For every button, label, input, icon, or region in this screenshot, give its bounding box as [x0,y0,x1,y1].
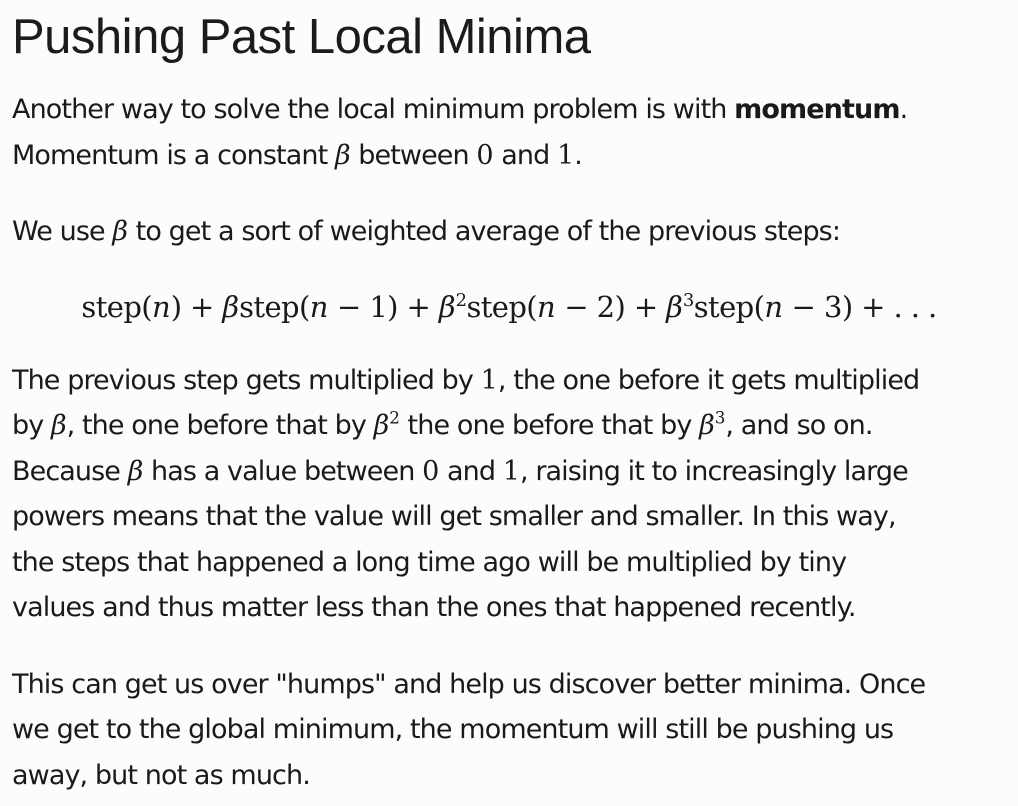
text: , the one before that by [66,410,374,441]
math-beta: β [373,410,390,441]
text: The previous step gets multiplied by [12,364,481,396]
text: the steps that happened a long time ago … [12,546,847,578]
eq-minus: − [783,289,824,324]
text: This can get us over "humps" and help us… [12,668,926,700]
text: , and so on. [725,410,873,441]
eq-one: 1 [369,289,388,324]
text: Momentum is a constant [12,139,335,171]
text: has a value between [143,455,423,487]
eq-plus: + [181,289,223,324]
math-beta: β [51,410,67,441]
eq-ellipsis: + . . . [852,289,937,324]
paragraph-explanation: The previous step gets multiplied by 1, … [12,358,1006,631]
bold-term-momentum: momentum [734,94,900,125]
eq-plus: + [397,289,439,324]
text: and [439,455,503,487]
article: Pushing Past Local Minima Another way to… [0,0,1018,798]
eq-close: ) [387,289,398,324]
eq-plus: + [625,289,667,324]
math-one: 1 [557,139,575,171]
eq-step: step( [693,289,765,324]
math-exp-3: 3 [714,407,726,428]
eq-n: n [537,289,556,324]
text: , raising it to increasingly large [519,455,909,487]
eq-n: n [152,289,171,324]
math-exp-2: 2 [389,407,400,428]
math-beta: β [699,410,715,441]
math-zero: 0 [422,455,440,487]
text: values and thus matter less than the one… [12,592,856,623]
paragraph-weighted-average: We use β to get a sort of weighted avera… [12,209,1006,255]
eq-exp-3: 3 [682,289,694,311]
text: and [493,139,558,171]
eq-close: ) [841,289,853,324]
text: Because [12,455,128,487]
text: , the one before it gets multiplied [497,364,920,396]
math-one: 1 [480,364,498,396]
text: . [899,94,909,125]
text: away, but not as much. [12,759,311,791]
text: powers means that the value will get sma… [12,501,897,532]
text: we get to the global minimum, the moment… [12,714,894,745]
eq-two: 2 [596,289,615,324]
eq-n: n [309,289,329,324]
eq-close: ) [614,289,626,324]
text: by [12,410,51,441]
page-title: Pushing Past Local Minima [12,10,591,64]
math-beta: β [334,139,351,171]
text: We use [12,216,113,247]
eq-step: step( [466,289,538,324]
eq-step: step( [81,289,152,324]
eq-minus: − [555,289,597,324]
text: between [350,139,477,171]
text: Another way to solve the local minimum p… [12,94,735,125]
math-one: 1 [502,455,520,487]
paragraph-momentum-intro: Another way to solve the local minimum p… [12,87,1006,178]
eq-close: ) [170,289,182,324]
text: the one before that by [399,410,700,441]
eq-exp-2: 2 [455,289,467,311]
eq-step: step( [239,289,310,324]
text: . [574,139,583,171]
eq-minus: − [328,289,370,324]
math-beta: β [666,289,683,324]
math-beta: β [222,289,240,324]
paragraph-humps: This can get us over "humps" and help us… [12,662,1006,799]
text: to get a sort of weighted average of the… [128,216,841,247]
momentum-equation: step(n) + βstep(n − 1) + β2step(n − 2) +… [12,284,1006,330]
eq-three: 3 [823,289,842,324]
math-beta: β [438,289,456,324]
math-beta: β [127,455,144,487]
math-zero: 0 [476,139,494,171]
eq-n: n [764,289,784,324]
math-beta: β [112,216,128,247]
